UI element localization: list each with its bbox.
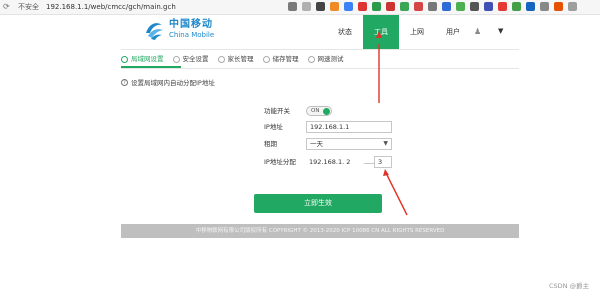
tab-security[interactable]: 安全设置 <box>172 52 209 66</box>
apply-button[interactable]: 立即生效 <box>254 194 382 213</box>
extension-icon[interactable] <box>498 2 507 11</box>
subtab-divider <box>121 68 519 69</box>
footer-copyright: 中移物联网有限公司版权所有 COPYRIGHT © 2013-2020 ICP … <box>121 224 519 238</box>
toggle-state: ON <box>311 108 320 114</box>
app-header: 中国移动 China Mobile 状态 工具 上网 用户 ♟ ▼ <box>121 15 519 49</box>
nav-internet[interactable]: 上网 <box>399 15 435 49</box>
extension-icon[interactable] <box>470 2 479 11</box>
extension-icon[interactable] <box>484 2 493 11</box>
ip-label: IP地址 <box>264 123 283 131</box>
extension-icon[interactable] <box>428 2 437 11</box>
tab-label: 网速测试 <box>317 55 344 63</box>
nav-user[interactable]: 用户 <box>435 15 471 49</box>
storage-icon <box>262 55 270 63</box>
switch-label: 功能开关 <box>264 107 290 115</box>
chevron-down-icon: ▼ <box>383 140 388 147</box>
extension-icon[interactable] <box>400 2 409 11</box>
extension-icon[interactable] <box>512 2 521 11</box>
extension-icon[interactable] <box>414 2 423 11</box>
profile-avatar-icon[interactable] <box>568 2 577 11</box>
header-divider <box>121 49 519 50</box>
tab-label: 局域网设置 <box>131 55 164 63</box>
feature-toggle[interactable]: ON <box>306 106 332 116</box>
extension-icon[interactable] <box>330 2 339 11</box>
url-field[interactable]: 192.168.1.1/web/cmcc/gch/main.gch <box>46 2 176 12</box>
wifi-icon <box>121 55 128 63</box>
extension-icon[interactable] <box>442 2 451 11</box>
china-mobile-logo-icon <box>146 23 163 40</box>
ip-address-input[interactable]: 192.168.1.1 <box>306 121 392 133</box>
insecure-badge: 不安全 <box>18 3 39 11</box>
tab-parental[interactable]: 家长管理 <box>217 52 254 66</box>
user-icon[interactable]: ♟ <box>474 27 481 36</box>
key-icon[interactable] <box>288 2 297 11</box>
extension-icon[interactable] <box>386 2 395 11</box>
speed-icon <box>307 55 315 63</box>
tab-label: 安全设置 <box>182 55 209 63</box>
extension-icon[interactable] <box>540 2 549 11</box>
range-end-input[interactable]: 3 <box>374 156 392 168</box>
extension-icon[interactable] <box>344 2 353 11</box>
lease-select[interactable]: 一天 ▼ <box>306 138 392 150</box>
lock-icon <box>172 55 180 63</box>
tab-label: 家长管理 <box>227 55 254 63</box>
brand-name-en: China Mobile <box>169 31 215 39</box>
extension-icon[interactable] <box>526 2 535 11</box>
people-icon <box>217 55 225 63</box>
reload-icon[interactable]: ⟳ <box>3 2 10 12</box>
help-icon: ? <box>121 78 128 86</box>
lease-label: 租期 <box>264 140 277 148</box>
page-root: ⟳ 不安全 192.168.1.1/web/cmcc/gch/main.gch <box>0 0 600 294</box>
tab-speedtest[interactable]: 网速测试 <box>307 52 344 66</box>
nav-tools[interactable]: 工具 <box>363 15 399 49</box>
extension-icon[interactable] <box>372 2 381 11</box>
lease-selected-value: 一天 <box>310 140 323 148</box>
tab-label: 储存管理 <box>272 55 299 63</box>
browser-nav: ⟳ <box>3 2 10 12</box>
annotation-arrow-range <box>386 174 408 216</box>
extension-icon[interactable] <box>554 2 563 11</box>
browser-address-bar: ⟳ 不安全 192.168.1.1/web/cmcc/gch/main.gch <box>0 0 600 15</box>
extension-icons <box>288 2 577 11</box>
watermark: CSDN @爵主 <box>549 282 590 290</box>
tab-storage[interactable]: 储存管理 <box>262 52 299 66</box>
sub-tabs: 局域网设置 安全设置 家长管理 储存管理 网速测试 <box>121 52 353 66</box>
brand-name-cn: 中国移动 <box>169 19 213 30</box>
extension-icon[interactable] <box>456 2 465 11</box>
toggle-knob <box>323 108 330 115</box>
star-icon[interactable] <box>302 2 311 11</box>
top-nav: 状态 工具 上网 用户 <box>327 15 471 49</box>
range-start: 192.168.1. 2 <box>309 158 351 166</box>
nav-status[interactable]: 状态 <box>327 15 363 49</box>
range-separator <box>364 163 374 164</box>
section-hint: ? 设置局域网内自动分配IP地址 <box>121 77 215 87</box>
dropdown-arrow-icon[interactable]: ▼ <box>498 27 503 35</box>
annotation-arrowhead-range <box>383 169 389 176</box>
extension-icon[interactable] <box>316 2 325 11</box>
range-label: IP地址分配 <box>264 158 296 166</box>
tab-lan-settings[interactable]: 局域网设置 <box>121 52 164 66</box>
extension-icon[interactable] <box>358 2 367 11</box>
hint-text: 设置局域网内自动分配IP地址 <box>131 79 215 87</box>
